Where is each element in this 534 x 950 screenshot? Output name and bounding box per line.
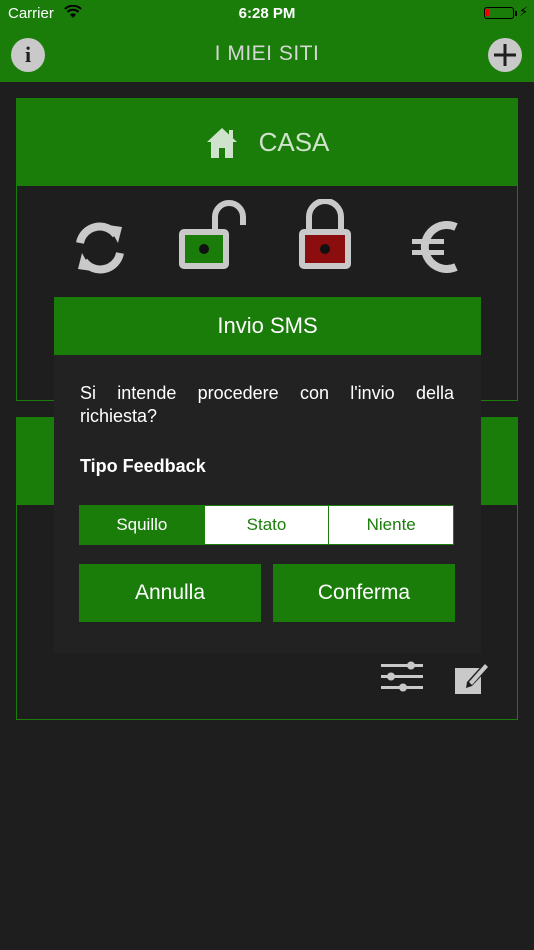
- feedback-segmented-control: Squillo Stato Niente: [79, 505, 454, 545]
- euro-icon[interactable]: [412, 217, 462, 277]
- dialog-title: Invio SMS: [54, 297, 481, 355]
- sms-dialog: Invio SMS Si intende procedere con l'inv…: [54, 297, 481, 653]
- site-name: CASA: [258, 127, 330, 157]
- nav-header: Carrier 6:28 PM ⚡ i I MIEI SITI: [0, 0, 534, 82]
- status-bar: Carrier 6:28 PM ⚡: [0, 0, 534, 28]
- site-actions: [17, 199, 517, 297]
- page-title: I MIEI SITI: [214, 42, 320, 65]
- cancel-button[interactable]: Annulla: [79, 564, 261, 622]
- confirm-button[interactable]: Conferma: [273, 564, 455, 622]
- add-site-button[interactable]: [488, 38, 522, 72]
- site-tools: [381, 660, 491, 694]
- clock: 6:28 PM: [238, 5, 296, 22]
- home-icon: [206, 127, 237, 158]
- charging-icon: ⚡: [519, 4, 529, 19]
- site-card-header[interactable]: CASA: [17, 99, 517, 186]
- feedback-option-niente[interactable]: Niente: [328, 506, 454, 544]
- lock-icon[interactable]: [297, 199, 353, 271]
- feedback-option-stato[interactable]: Stato: [203, 506, 329, 544]
- feedback-type-label: Tipo Feedback: [80, 456, 206, 476]
- battery-icon: [484, 7, 517, 19]
- refresh-icon[interactable]: [72, 217, 128, 277]
- unlock-icon[interactable]: [177, 199, 247, 271]
- plus-icon: [494, 44, 516, 66]
- sliders-icon[interactable]: [381, 660, 423, 694]
- feedback-option-squillo[interactable]: Squillo: [80, 506, 204, 544]
- dialog-message: Si intende procedere con l'invio della r…: [80, 383, 454, 426]
- edit-icon[interactable]: [455, 660, 491, 694]
